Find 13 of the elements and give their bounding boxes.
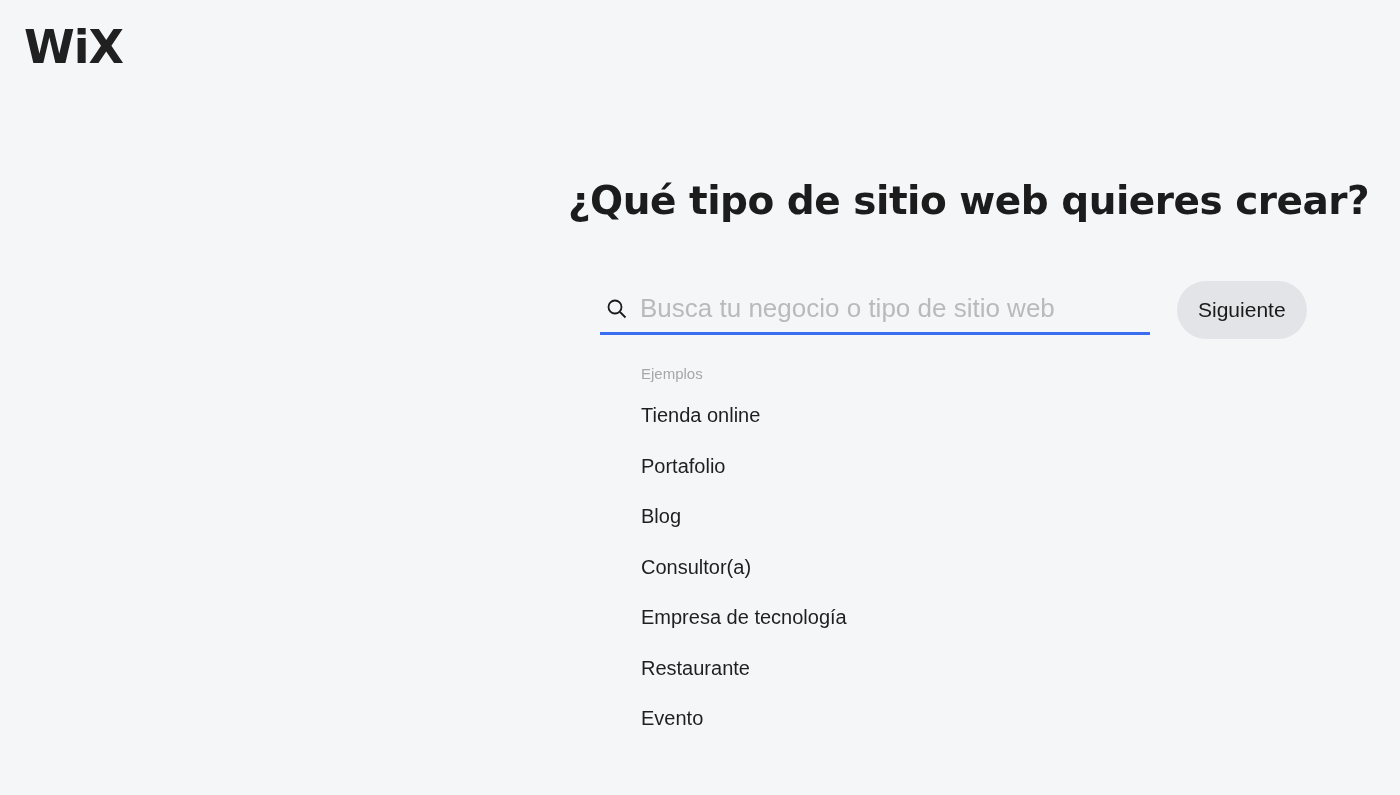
- logo[interactable]: WiX: [24, 24, 123, 70]
- search-icon: [606, 297, 628, 320]
- example-item[interactable]: Restaurante: [641, 656, 750, 707]
- search-field[interactable]: Busca tu negocio o tipo de sitio web: [600, 285, 1150, 335]
- example-item[interactable]: Empresa de tecnología: [641, 606, 847, 657]
- example-item[interactable]: Evento: [641, 707, 704, 758]
- example-item[interactable]: Tienda online: [641, 404, 761, 455]
- next-button[interactable]: Siguiente: [1177, 281, 1307, 339]
- examples-label: Ejemplos: [641, 365, 704, 382]
- example-item[interactable]: Blog: [641, 505, 682, 556]
- page-heading: ¿Qué tipo de sitio web quieres crear?: [568, 178, 1370, 223]
- example-item[interactable]: Portafolio: [641, 454, 726, 505]
- example-item[interactable]: Consultor(a): [641, 555, 752, 606]
